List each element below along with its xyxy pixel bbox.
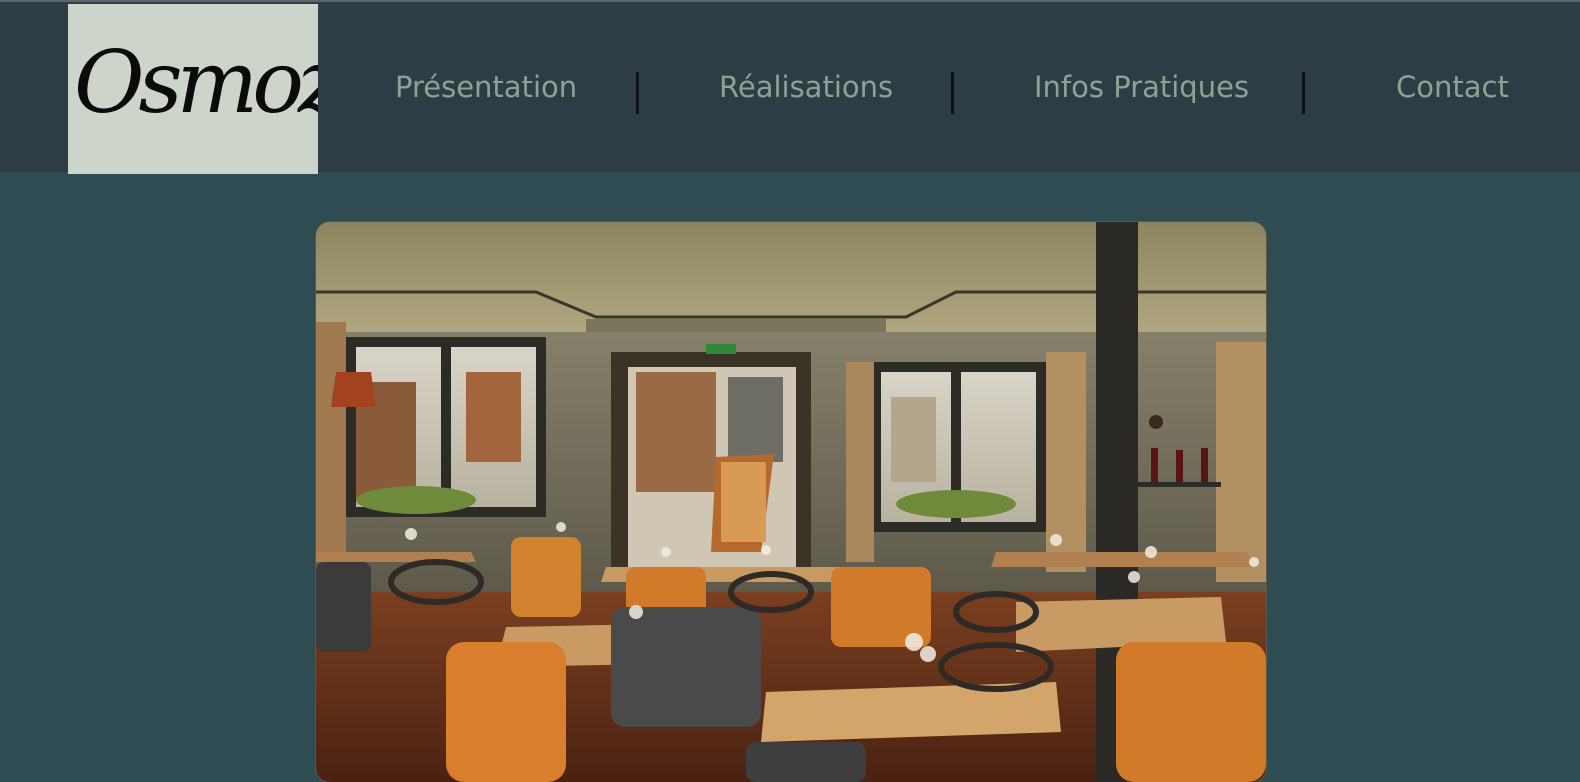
- site-header: Osmoz Présentation Réalisations Infos Pr…: [0, 0, 1580, 174]
- nav-divider: [1302, 72, 1305, 114]
- nav-divider: [951, 72, 954, 114]
- nav-item-presentation[interactable]: Présentation: [395, 70, 577, 104]
- logo[interactable]: Osmoz: [68, 4, 318, 174]
- nav-divider: [636, 72, 639, 114]
- restaurant-dining-room-photo: [316, 222, 1266, 782]
- nav-item-realisations[interactable]: Réalisations: [719, 70, 893, 104]
- nav-item-infos-pratiques[interactable]: Infos Pratiques: [1034, 70, 1249, 104]
- logo-text: Osmoz: [74, 33, 318, 133]
- nav-item-contact[interactable]: Contact: [1396, 70, 1509, 104]
